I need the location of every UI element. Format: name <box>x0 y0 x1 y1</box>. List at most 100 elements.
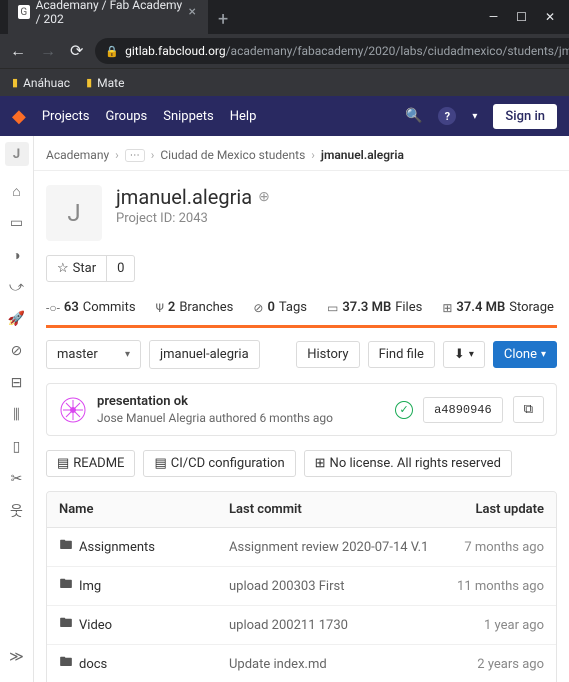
bookmark-folder-anahuac[interactable]: ▮Anáhuac <box>12 76 70 90</box>
readme-tab[interactable]: ▤ README <box>46 450 135 477</box>
breadcrumb-ellipsis[interactable]: ⋯ <box>125 149 145 162</box>
cicd-tab[interactable]: ▤ CI/CD configuration <box>143 450 295 477</box>
clone-button[interactable]: Clone ▾ <box>493 341 557 368</box>
file-name[interactable]: 🖿Assignments <box>59 536 229 558</box>
stat-files[interactable]: ▭37.3 MB Files <box>327 300 422 315</box>
sidebar-repo-icon[interactable]: ▭ <box>0 208 34 238</box>
sidebar-home-icon[interactable]: ⌂ <box>0 176 34 206</box>
bookmark-folder-mate[interactable]: ▮Mate <box>86 76 124 90</box>
readme-icon: ▤ <box>57 456 69 471</box>
close-tab-icon[interactable]: × <box>189 4 196 20</box>
new-tab-button[interactable]: + <box>208 5 238 34</box>
breadcrumb: Academany › ⋯ › Ciudad de Mexico student… <box>46 140 557 170</box>
col-name: Name <box>59 502 229 517</box>
file-name[interactable]: 🖿Video <box>59 614 229 636</box>
chevron-down-icon: ▾ <box>541 349 546 360</box>
maximize-icon[interactable]: ☐ <box>516 10 527 24</box>
minimize-icon[interactable]: — <box>489 10 498 24</box>
stat-branches[interactable]: Ψ2 Branches <box>156 300 234 315</box>
folder-icon: 🖿 <box>59 614 73 636</box>
stat-tags[interactable]: ⊘0 Tags <box>253 300 307 315</box>
sidebar-cicd-icon[interactable]: 🚀 <box>0 304 34 334</box>
commit-icon: -○- <box>46 301 60 315</box>
cicd-icon: ▤ <box>154 456 166 471</box>
col-update: Last update <box>444 502 544 517</box>
ci-status-pass-icon[interactable]: ✓ <box>395 401 413 419</box>
repo-path[interactable]: jmanuel-alegria <box>149 340 260 369</box>
close-window-icon[interactable]: ✕ <box>545 10 555 24</box>
files-icon: ▭ <box>327 301 338 315</box>
url-field[interactable]: 🔒 gitlab.fabcloud.org/academany/fabacade… <box>95 38 569 64</box>
folder-icon: ▮ <box>86 76 92 89</box>
folder-icon: 🖿 <box>59 536 73 558</box>
nav-help[interactable]: Help <box>230 109 257 124</box>
sidebar-issues-icon[interactable]: ◑ <box>0 240 34 270</box>
breadcrumb-root[interactable]: Academany <box>46 148 109 162</box>
window-controls: — ☐ ✕ <box>489 10 569 34</box>
stat-commits[interactable]: -○-63 Commits <box>46 300 136 315</box>
forward-icon[interactable]: → <box>40 41 56 61</box>
nav-arrows: ← → ⟳ <box>10 41 83 61</box>
folder-icon: 🖿 <box>59 653 73 675</box>
copy-sha-button[interactable]: ⧉ <box>513 396 544 423</box>
table-row[interactable]: 🖿docsUpdate index.md2 years ago <box>47 644 556 682</box>
breadcrumb-mid[interactable]: Ciudad de Mexico students <box>160 148 305 162</box>
file-last-commit[interactable]: Update index.md <box>229 657 444 672</box>
back-icon[interactable]: ← <box>10 41 26 61</box>
file-name[interactable]: 🖿docs <box>59 653 229 675</box>
star-button-group: ☆ Star 0 <box>46 255 135 282</box>
table-row[interactable]: 🖿Videoupload 200211 17301 year ago <box>47 605 556 644</box>
folder-icon: 🖿 <box>59 575 73 597</box>
file-last-commit[interactable]: Assignment review 2020-07-14 V.1 <box>229 540 444 555</box>
nav-snippets[interactable]: Snippets <box>163 109 214 124</box>
project-header: J jmanuel.alegria ⊕ Project ID: 2043 <box>46 171 557 255</box>
sidebar-snippets-icon[interactable]: ✂ <box>0 464 34 494</box>
storage-icon: ⊞ <box>442 301 452 315</box>
readme-tabs: ▤ README ▤ CI/CD configuration ⊞ No lice… <box>46 450 557 477</box>
sidebar-members-icon[interactable]: 웃 <box>0 496 34 526</box>
browser-tab[interactable]: G Academany / Fab Academy / 202 × <box>8 0 208 34</box>
folder-icon: ▮ <box>12 76 18 89</box>
sidebar-security-icon[interactable]: ⊘ <box>0 336 34 366</box>
file-name[interactable]: 🖿Img <box>59 575 229 597</box>
sidebar-merge-icon[interactable]: ⤻ <box>0 272 34 302</box>
sidebar-wiki-icon[interactable]: ▯ <box>0 432 34 462</box>
sidebar-expand-icon[interactable]: ≫ <box>0 642 34 672</box>
project-title: jmanuel.alegria ⊕ <box>116 185 270 209</box>
star-button[interactable]: ☆ Star <box>46 255 107 282</box>
branch-selector[interactable]: master▾ <box>46 340 141 369</box>
nav-groups[interactable]: Groups <box>106 109 148 124</box>
file-last-commit[interactable]: upload 200303 First <box>229 579 444 594</box>
table-row[interactable]: 🖿Imgupload 200303 First11 months ago <box>47 566 556 605</box>
last-commit-box: presentation ok Jose Manuel Alegria auth… <box>46 383 557 436</box>
help-icon[interactable]: ? <box>438 107 456 125</box>
signin-button[interactable]: Sign in <box>493 104 557 129</box>
sidebar-analytics-icon[interactable]: ⫼ <box>0 400 34 430</box>
commit-sha[interactable]: a4890946 <box>423 397 503 423</box>
sidebar-packages-icon[interactable]: ⊟ <box>0 368 34 398</box>
file-last-update: 11 months ago <box>444 579 544 594</box>
commit-message[interactable]: presentation ok <box>97 394 333 409</box>
search-icon[interactable]: 🔍 <box>405 108 422 124</box>
gitlab-logo-icon[interactable]: ◆ <box>12 106 26 127</box>
breadcrumb-last[interactable]: jmanuel.alegria <box>321 148 404 162</box>
history-button[interactable]: History <box>296 341 359 368</box>
star-count[interactable]: 0 <box>107 255 135 282</box>
help-dropdown-icon[interactable]: ▾ <box>472 111 477 122</box>
download-button[interactable]: ⬇ ▾ <box>443 341 485 368</box>
findfile-button[interactable]: Find file <box>368 341 435 368</box>
tab-title: Academany / Fab Academy / 202 <box>36 0 183 26</box>
table-row[interactable]: 🖿AssignmentsAssignment review 2020-07-14… <box>47 528 556 566</box>
project-id: Project ID: 2043 <box>116 211 270 226</box>
reload-icon[interactable]: ⟳ <box>70 41 83 61</box>
tab-favicon: G <box>18 5 30 19</box>
progress-bar <box>46 325 557 328</box>
file-last-commit[interactable]: upload 200211 1730 <box>229 618 444 633</box>
file-table-header: Name Last commit Last update <box>47 492 556 528</box>
gitlab-header: ◆ Projects Groups Snippets Help 🔍 ? ▾ Si… <box>0 96 569 136</box>
nav-projects[interactable]: Projects <box>42 109 90 124</box>
project-avatar: J <box>46 185 102 241</box>
stat-storage[interactable]: ⊞37.4 MB Storage <box>442 300 554 315</box>
license-tab[interactable]: ⊞ No license. All rights reserved <box>304 450 512 477</box>
project-avatar-small[interactable]: J <box>5 142 29 166</box>
